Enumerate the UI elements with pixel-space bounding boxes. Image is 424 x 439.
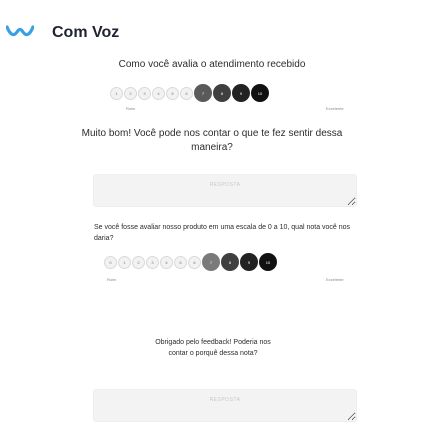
question-feedback-reason: Muito bom! Você pode nos contar o que te…: [81, 128, 343, 153]
rating-option[interactable]: 5: [166, 86, 179, 100]
brand-name: Com Voz: [52, 24, 120, 41]
scale-low-label: Ruim: [107, 277, 117, 282]
rating-option[interactable]: 6: [180, 86, 193, 100]
rating-option[interactable]: 3: [146, 255, 159, 269]
rating-option[interactable]: 7: [194, 84, 212, 102]
com-voz-logo-icon: [6, 25, 34, 37]
rating-option[interactable]: 3: [138, 86, 151, 100]
rating-option[interactable]: 6: [188, 255, 201, 269]
rating-option[interactable]: 10: [251, 84, 269, 102]
rating-scale-produto: 0 1 2 3 4 5 6 7 8 9 10: [104, 253, 278, 271]
response-input[interactable]: [93, 174, 357, 207]
rating-scale-atendimento: 1 2 3 4 5 6 7 8 9 10: [110, 84, 270, 102]
rating-option[interactable]: 2: [124, 86, 137, 100]
rating-option[interactable]: 9: [232, 84, 250, 102]
rating-option[interactable]: 10: [259, 253, 277, 271]
scale-high-label: Excelente: [326, 277, 344, 282]
rating-option[interactable]: 7: [202, 253, 220, 271]
rating-option[interactable]: 9: [240, 253, 258, 271]
rating-option[interactable]: 8: [213, 84, 231, 102]
rating-option[interactable]: 0: [104, 255, 117, 269]
rating-option[interactable]: 5: [174, 255, 187, 269]
rating-option[interactable]: 8: [221, 253, 239, 271]
rating-option[interactable]: 4: [160, 255, 173, 269]
scale-low-label: Ruim: [126, 106, 136, 111]
question-nota-reason: Obrigado pelo feedback! Poderia nos cont…: [155, 339, 271, 357]
rating-option[interactable]: 1: [110, 86, 123, 100]
question-produto-nota: Se você fosse avaliar nosso produto em u…: [94, 224, 351, 242]
question-atendimento: Como você avalia o atendimento recebido: [118, 59, 306, 70]
scale-high-label: Excelente: [326, 106, 344, 111]
response-input[interactable]: [93, 389, 357, 422]
app-header: Com Voz: [0, 0, 424, 62]
rating-option[interactable]: 1: [118, 255, 131, 269]
rating-option[interactable]: 2: [132, 255, 145, 269]
rating-option[interactable]: 4: [152, 86, 165, 100]
